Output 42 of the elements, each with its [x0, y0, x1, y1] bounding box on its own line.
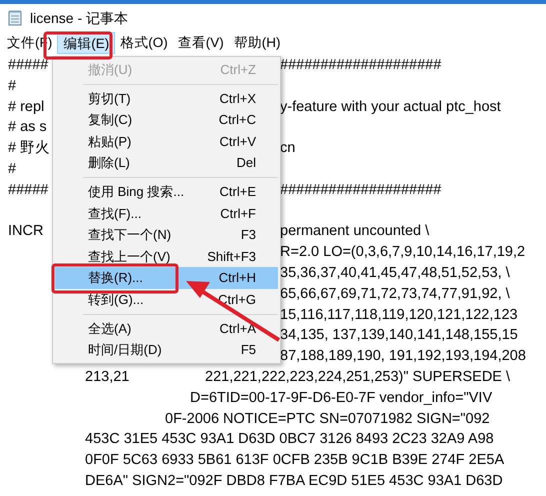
- text-line: DE6A" SIGN2="092F DBD8 F7BA EC9D 51E5 453C 93A1 D63D: [85, 472, 503, 491]
- menu-item[interactable]: 替换(R)... Ctrl+H: [55, 267, 278, 289]
- menu-item[interactable]: 剪切(T) Ctrl+X: [55, 88, 278, 110]
- menu-bar-item[interactable]: 查看(V): [172, 32, 229, 54]
- text-line: 213,21: [85, 368, 130, 387]
- text-line: #: [8, 160, 16, 179]
- text-line: R=2.0 LO=(0,3,6,7,9,10,14,16,17,19,2: [280, 243, 526, 262]
- text-line: INCR: [8, 222, 44, 242]
- menu-item[interactable]: 查找上一个(V) Shift+F3: [55, 246, 278, 268]
- menu-item[interactable]: 时间/日期(D) F5: [55, 339, 278, 361]
- text-line: ####################: [280, 56, 442, 75]
- text-line: 15,116,117,118,119,120,121,122,123: [280, 306, 518, 325]
- menu-item[interactable]: 查找下一个(N) F3: [55, 224, 278, 246]
- text-line: 65,66,67,69,71,72,73,74,77,91,92, \: [280, 284, 510, 304]
- menu-item[interactable]: 使用 Bing 搜索... Ctrl+E: [55, 180, 278, 203]
- text-line: permanent uncounted \: [280, 222, 430, 242]
- text-line: #: [8, 76, 16, 96]
- text-line: 35,36,37,40,41,45,47,48,51,52,53, \: [280, 264, 510, 283]
- text-line: # as s: [8, 118, 47, 138]
- menu-item[interactable]: 全选(A) Ctrl+A: [55, 318, 278, 340]
- text-line: 453C 31E5 453C 93A1 D63D 0BC7 3126 8493 2C23 32A9 A98: [85, 430, 494, 450]
- text-line: #####: [8, 56, 48, 75]
- menu-item[interactable]: 粘贴(P) Ctrl+V: [55, 130, 278, 152]
- text-line: 221,221,222,223,224,251,253)" SUPERSEDE \: [205, 368, 510, 387]
- menu-item[interactable]: 删除(L) Del: [55, 152, 278, 174]
- text-line: 34,135, 137,139,140,141,148,155,15: [280, 326, 518, 346]
- menu-bar-item[interactable]: 格式(O): [115, 32, 173, 54]
- text-line: # 野火: [8, 139, 50, 158]
- text-line: 0F0F 5C63 6933 5B61 613F 0CFB 235B 9C1B B39E 274F 2E5A: [85, 451, 504, 470]
- notepad-icon: [8, 10, 22, 26]
- window-title: license - 记事本: [30, 8, 128, 28]
- text-line: y-feature with your actual ptc_host: [280, 98, 501, 117]
- menu-item[interactable]: 复制(C) Ctrl+C: [55, 109, 278, 131]
- text-line: cn: [280, 139, 296, 158]
- text-line: 0F-2006 NOTICE=PTC SN=07071982 SIGN="092: [165, 410, 490, 429]
- text-line: 87,188,189,190, 191,192,193,194,208: [280, 347, 526, 366]
- menu-bar-item[interactable]: 帮助(H): [228, 32, 286, 54]
- menu-item[interactable]: 查找(F)... Ctrl+F: [55, 202, 278, 224]
- text-line: D=6TID=00-17-9F-D6-E0-7F vendor_info="VIV: [190, 388, 492, 408]
- text-line: ####################: [280, 180, 442, 200]
- text-line: #####: [8, 180, 48, 200]
- text-line: # repl: [8, 98, 44, 117]
